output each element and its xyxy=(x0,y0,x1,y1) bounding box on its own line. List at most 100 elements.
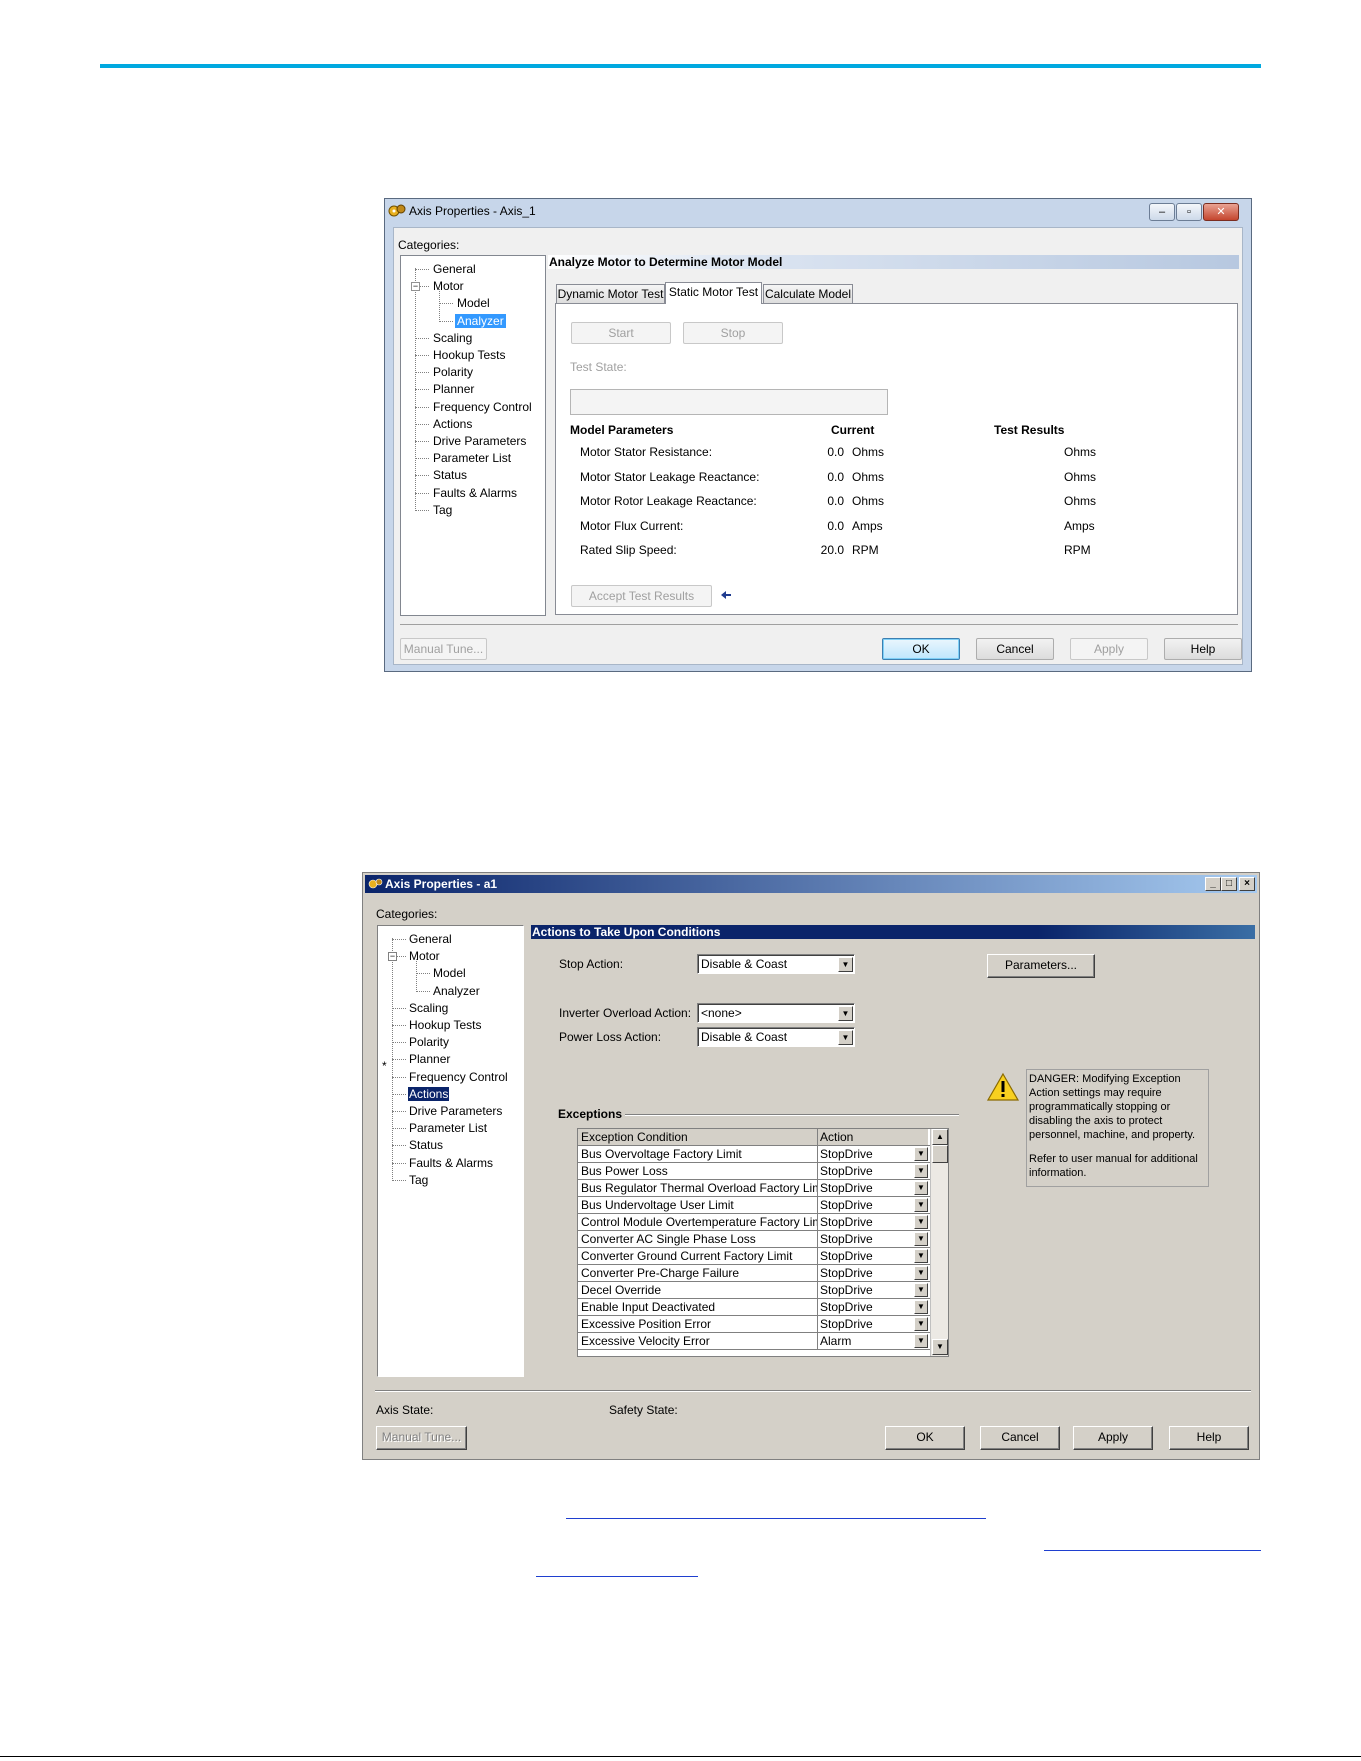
table-row[interactable]: Bus Power Loss StopDrive ▼ xyxy=(578,1163,930,1180)
tree-item-actions[interactable]: Actions xyxy=(431,417,474,431)
categories-tree[interactable]: General − Motor Model Analyzer Scaling Hookup … xyxy=(377,925,524,1377)
tree-item-parameter-list[interactable]: Parameter List xyxy=(408,1121,488,1135)
tree-item-frequency-control[interactable]: Frequency Control xyxy=(431,400,534,414)
table-row[interactable]: Converter Ground Current Factory Limit St… xyxy=(578,1248,930,1265)
close-button[interactable]: ✕ xyxy=(1203,203,1239,221)
exception-action[interactable]: StopDrive xyxy=(818,1163,928,1179)
tab-static-motor-test[interactable]: Static Motor Test xyxy=(665,282,762,304)
table-row[interactable]: Excessive Position Error StopDrive ▼ xyxy=(578,1316,930,1333)
accept-test-results-button[interactable]: Accept Test Results xyxy=(571,585,712,607)
table-row[interactable]: Control Module Overtemperature Factory L… xyxy=(578,1214,930,1231)
stop-action-select[interactable]: Disable & Coast ▼ xyxy=(697,954,855,974)
exception-action[interactable]: StopDrive xyxy=(818,1299,928,1315)
tree-item-tag[interactable]: Tag xyxy=(408,1173,429,1187)
tree-item-drive-parameters[interactable]: Drive Parameters xyxy=(431,434,528,448)
maximize-button[interactable]: □ xyxy=(1221,877,1237,891)
help-button[interactable]: Help xyxy=(1164,638,1242,660)
tree-item-analyzer[interactable]: Analyzer xyxy=(432,984,481,998)
chevron-down-icon[interactable]: ▼ xyxy=(914,1300,928,1314)
tree-item-motor[interactable]: Motor xyxy=(408,949,441,963)
table-row[interactable]: Converter AC Single Phase Loss StopDrive ▼ xyxy=(578,1231,930,1248)
chevron-down-icon[interactable]: ▼ xyxy=(914,1215,928,1229)
exceptions-grid[interactable]: Exception Condition Action ▲ ▼ Bus Overv… xyxy=(577,1128,949,1357)
collapse-toggle-icon[interactable]: − xyxy=(411,282,420,292)
chevron-down-icon[interactable]: ▼ xyxy=(914,1334,928,1348)
chevron-down-icon[interactable]: ▼ xyxy=(914,1198,928,1212)
table-row[interactable]: Decel Override StopDrive ▼ xyxy=(578,1282,930,1299)
start-button[interactable]: Start xyxy=(571,322,671,344)
tree-item-planner[interactable]: Planner xyxy=(431,382,476,396)
exception-action[interactable]: StopDrive xyxy=(818,1197,928,1213)
exception-action[interactable]: StopDrive xyxy=(818,1265,928,1281)
minimize-button[interactable]: _ xyxy=(1205,877,1221,891)
table-row[interactable]: Bus Overvoltage Factory Limit StopDrive ▼ xyxy=(578,1146,930,1163)
manual-tune-button[interactable]: Manual Tune... xyxy=(376,1426,467,1450)
exception-action[interactable]: Alarm xyxy=(818,1333,928,1349)
chevron-down-icon[interactable]: ▼ xyxy=(914,1164,928,1178)
power-loss-select[interactable]: Disable & Coast ▼ xyxy=(697,1027,855,1047)
tree-item-hookup-tests[interactable]: Hookup Tests xyxy=(431,348,508,362)
table-row[interactable]: Converter Pre-Charge Failure StopDrive ▼ xyxy=(578,1265,930,1282)
exception-action[interactable]: StopDrive xyxy=(818,1316,928,1332)
parameters-button[interactable]: Parameters... xyxy=(987,954,1095,978)
tree-item-motor[interactable]: Motor xyxy=(431,279,466,293)
table-row[interactable]: Bus Undervoltage User Limit StopDrive ▼ xyxy=(578,1197,930,1214)
tree-item-drive-parameters[interactable]: Drive Parameters xyxy=(408,1104,503,1118)
tree-item-faults-alarms[interactable]: Faults & Alarms xyxy=(431,486,519,500)
tree-item-status[interactable]: Status xyxy=(408,1138,444,1152)
scroll-down-icon[interactable]: ▼ xyxy=(932,1339,948,1355)
tree-item-model[interactable]: Model xyxy=(432,966,467,980)
tree-item-planner[interactable]: Planner xyxy=(408,1052,451,1066)
tree-item-scaling[interactable]: Scaling xyxy=(408,1001,449,1015)
help-button[interactable]: Help xyxy=(1169,1426,1249,1450)
exception-action[interactable]: StopDrive xyxy=(818,1146,928,1162)
table-row[interactable]: Enable Input Deactivated StopDrive ▼ xyxy=(578,1299,930,1316)
tree-item-status[interactable]: Status xyxy=(431,468,469,482)
tab-calculate-model[interactable]: Calculate Model xyxy=(763,284,853,304)
exception-action[interactable]: StopDrive xyxy=(818,1180,928,1196)
chevron-down-icon[interactable]: ▼ xyxy=(914,1249,928,1263)
close-button[interactable]: × xyxy=(1239,877,1255,891)
tree-item-polarity[interactable]: Polarity xyxy=(408,1035,450,1049)
table-row[interactable]: Excessive Velocity Error Alarm ▼ xyxy=(578,1333,930,1350)
scroll-thumb[interactable] xyxy=(932,1145,948,1163)
tree-item-general[interactable]: General xyxy=(431,262,478,276)
cancel-button[interactable]: Cancel xyxy=(976,638,1054,660)
tree-item-polarity[interactable]: Polarity xyxy=(431,365,475,379)
chevron-down-icon[interactable]: ▼ xyxy=(914,1181,928,1195)
tab-dynamic-motor-test[interactable]: Dynamic Motor Test xyxy=(556,284,665,304)
hyperlink-underline[interactable] xyxy=(1044,1550,1261,1551)
chevron-down-icon[interactable]: ▼ xyxy=(914,1147,928,1161)
tree-item-analyzer[interactable]: Analyzer xyxy=(455,313,506,328)
table-row[interactable]: Bus Regulator Thermal Overload Factory L… xyxy=(578,1180,930,1197)
tree-item-parameter-list[interactable]: Parameter List xyxy=(431,451,513,465)
exception-action[interactable]: StopDrive xyxy=(818,1231,928,1247)
chevron-down-icon[interactable]: ▼ xyxy=(914,1266,928,1280)
cancel-button[interactable]: Cancel xyxy=(980,1426,1060,1450)
tree-item-actions[interactable]: Actions xyxy=(408,1086,450,1101)
ok-button[interactable]: OK xyxy=(882,638,960,660)
chevron-down-icon[interactable]: ▼ xyxy=(838,1030,853,1045)
tree-item-model[interactable]: Model xyxy=(455,296,492,310)
chevron-down-icon[interactable]: ▼ xyxy=(914,1283,928,1297)
tree-item-hookup-tests[interactable]: Hookup Tests xyxy=(408,1018,483,1032)
hyperlink-underline[interactable] xyxy=(566,1518,986,1519)
tree-item-tag[interactable]: Tag xyxy=(431,503,454,517)
maximize-button[interactable]: ▫ xyxy=(1176,203,1202,221)
exception-action[interactable]: StopDrive xyxy=(818,1214,928,1230)
exception-action[interactable]: StopDrive xyxy=(818,1282,928,1298)
apply-button[interactable]: Apply xyxy=(1073,1426,1153,1450)
chevron-down-icon[interactable]: ▼ xyxy=(838,1006,853,1021)
chevron-down-icon[interactable]: ▼ xyxy=(914,1232,928,1246)
grid-scrollbar[interactable]: ▲ ▼ xyxy=(930,1129,948,1356)
manual-tune-button[interactable]: Manual Tune... xyxy=(400,638,487,660)
hyperlink-underline[interactable] xyxy=(536,1576,698,1577)
minimize-button[interactable]: – xyxy=(1149,203,1175,221)
ok-button[interactable]: OK xyxy=(885,1426,965,1450)
apply-button[interactable]: Apply xyxy=(1070,638,1148,660)
collapse-toggle-icon[interactable]: − xyxy=(388,952,397,962)
chevron-down-icon[interactable]: ▼ xyxy=(914,1317,928,1331)
exception-action[interactable]: StopDrive xyxy=(818,1248,928,1264)
tree-item-scaling[interactable]: Scaling xyxy=(431,331,474,345)
stop-button[interactable]: Stop xyxy=(683,322,783,344)
